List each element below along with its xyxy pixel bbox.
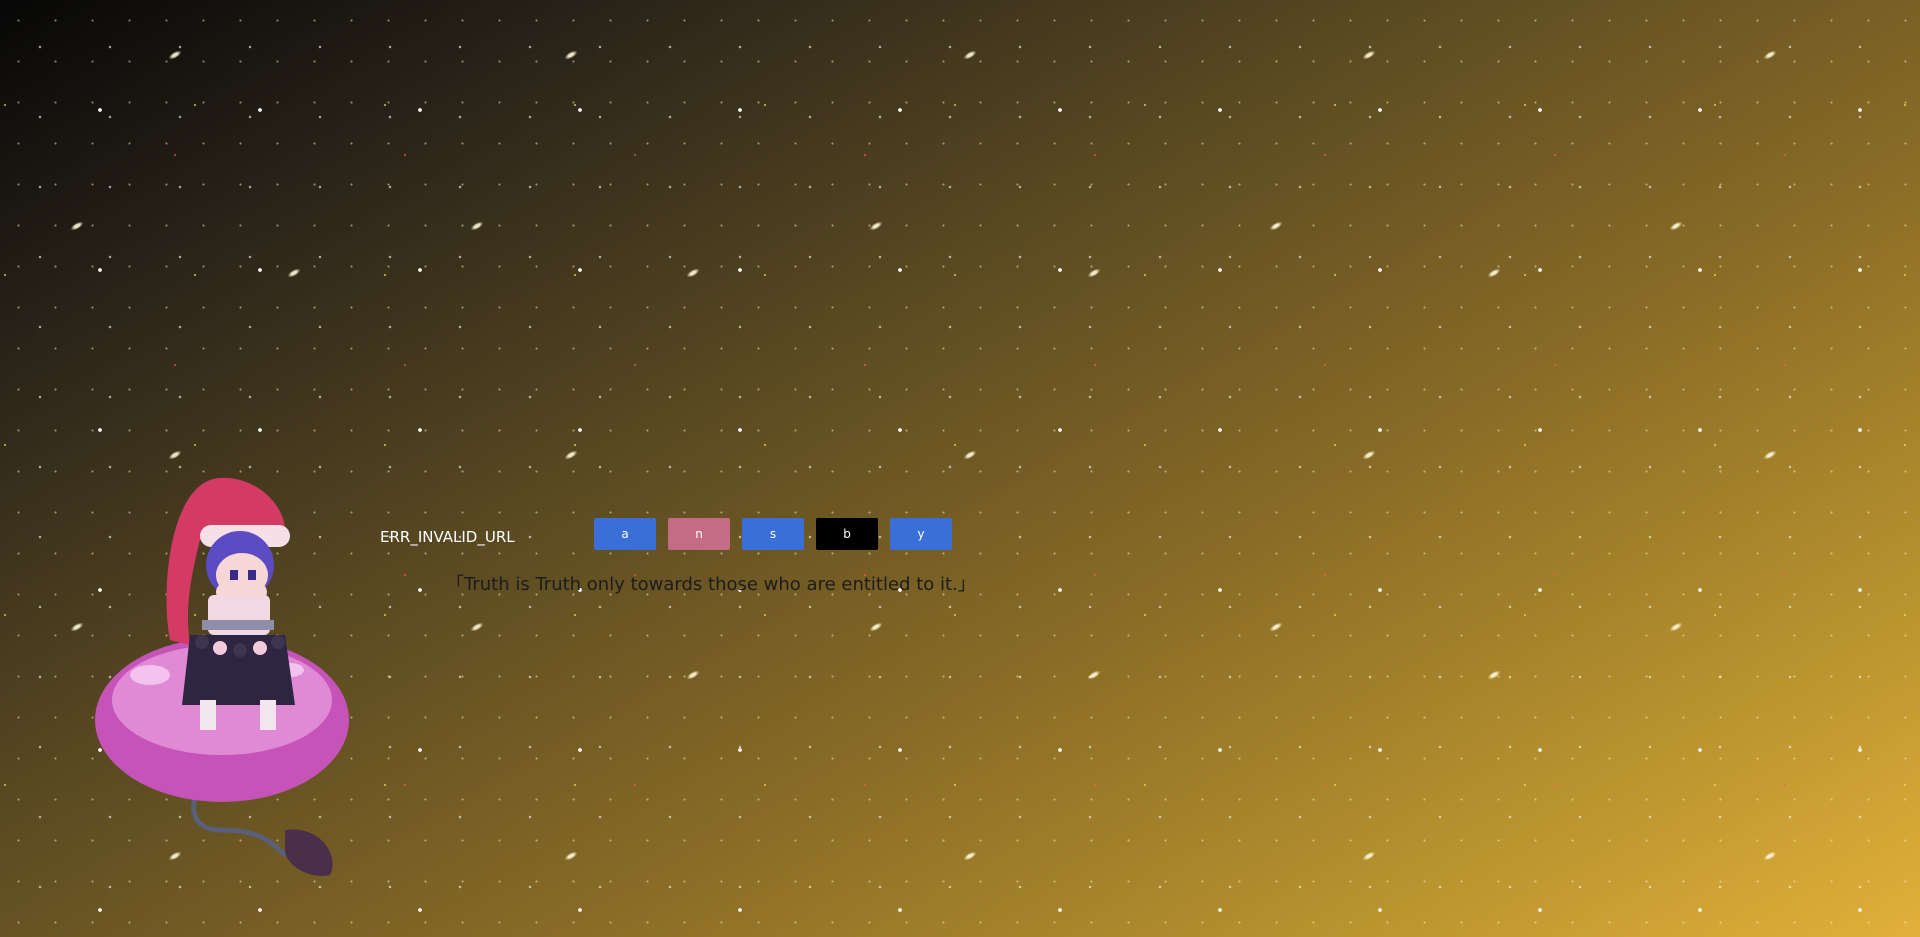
- button-b[interactable]: b: [816, 518, 878, 550]
- button-row: a n s b y: [594, 518, 952, 550]
- button-s[interactable]: s: [742, 518, 804, 550]
- button-a[interactable]: a: [594, 518, 656, 550]
- button-n[interactable]: n: [668, 518, 730, 550]
- error-message: ERR_INVALID_URL: [380, 528, 515, 546]
- quote-text: 「Truth is Truth only towards those who a…: [446, 574, 976, 595]
- character-sprite-icon: [95, 477, 349, 876]
- button-y[interactable]: y: [890, 518, 952, 550]
